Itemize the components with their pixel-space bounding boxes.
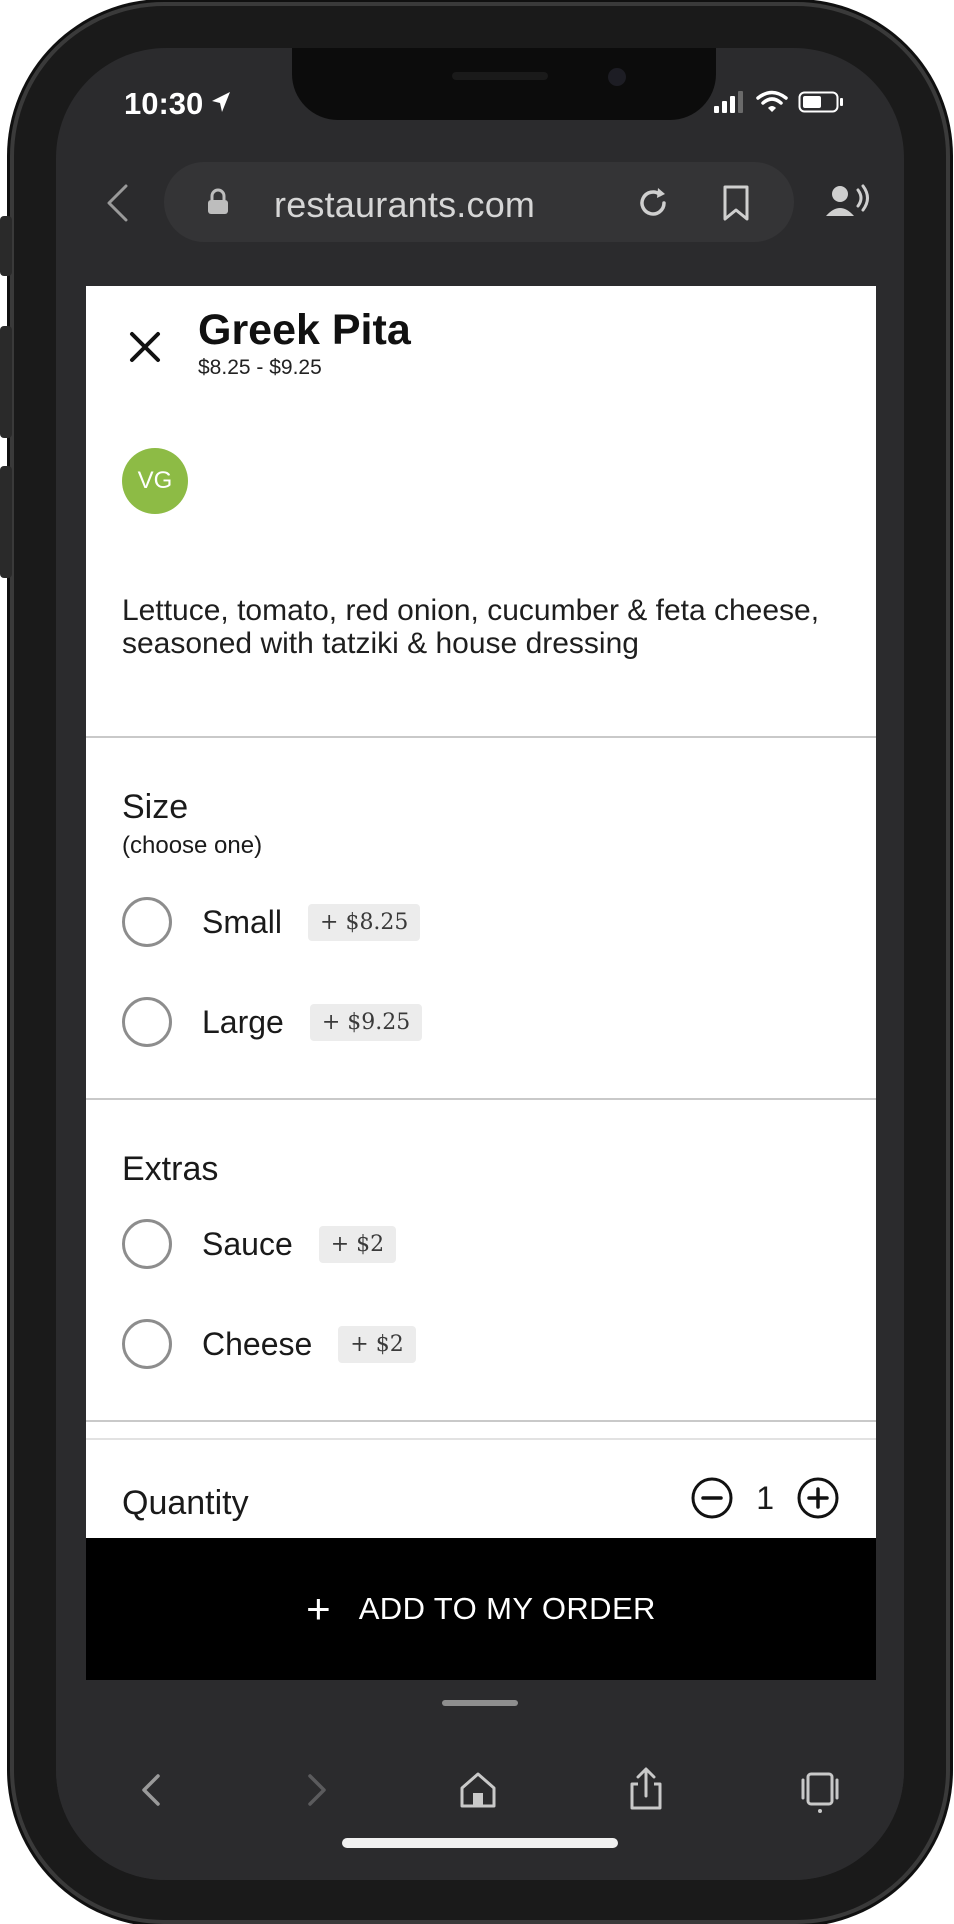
location-arrow-icon — [212, 92, 230, 112]
address-bar[interactable]: restaurants.com — [164, 162, 794, 242]
add-plus-icon: + — [306, 1585, 331, 1632]
option-price: + $2 — [338, 1325, 416, 1363]
extras-option-cheese[interactable]: Cheese + $2 — [122, 1314, 416, 1374]
browser-toolbar — [56, 1688, 904, 1880]
size-option-large[interactable]: Large + $9.25 — [122, 992, 423, 1052]
extras-section-title: Extras — [122, 1150, 219, 1188]
size-section-title: Size — [122, 788, 189, 826]
bookmark-icon[interactable] — [720, 184, 752, 222]
minus-icon[interactable] — [690, 1476, 734, 1520]
back-icon[interactable] — [104, 182, 130, 224]
status-icons — [712, 90, 844, 114]
radio-button[interactable] — [122, 997, 172, 1047]
option-price: + $2 — [318, 1225, 397, 1263]
forward-icon[interactable] — [292, 1766, 340, 1814]
divider — [86, 1438, 876, 1440]
screen: 10:30 restaurants.com Greek Pita $8.25 -… — [56, 48, 904, 1880]
front-camera — [608, 68, 626, 86]
radio-button[interactable] — [122, 1219, 172, 1269]
mute-switch — [0, 216, 12, 276]
quantity-label: Quantity — [122, 1484, 249, 1522]
home-indicator[interactable] — [342, 1838, 618, 1848]
divider — [86, 1098, 876, 1100]
option-label: Large — [202, 1003, 284, 1040]
vegetarian-badge: VG — [122, 448, 188, 514]
notch — [292, 48, 716, 120]
tabs-icon[interactable] — [796, 1766, 844, 1814]
speaker — [452, 72, 548, 80]
close-icon[interactable] — [124, 326, 166, 368]
quantity-stepper: 1 — [690, 1476, 840, 1520]
option-label: Small — [202, 903, 283, 940]
battery-icon — [798, 91, 843, 113]
option-price: + $9.25 — [309, 1003, 423, 1041]
plus-icon[interactable] — [796, 1476, 840, 1520]
quantity-value: 1 — [756, 1479, 774, 1516]
option-price: + $8.25 — [308, 903, 421, 941]
browser-address-row: restaurants.com — [56, 158, 904, 248]
reload-icon[interactable] — [634, 184, 672, 222]
share-icon[interactable] — [622, 1766, 670, 1814]
signal-icon — [714, 91, 743, 113]
option-label: Sauce — [202, 1225, 293, 1262]
lock-icon — [208, 188, 228, 214]
wifi-icon — [756, 90, 788, 112]
item-title: Greek Pita — [198, 306, 411, 354]
divider — [86, 1420, 876, 1422]
status-time: 10:30 — [124, 86, 204, 121]
toolbar-handle[interactable] — [442, 1700, 518, 1706]
divider — [86, 736, 876, 738]
phone-frame: 10:30 restaurants.com Greek Pita $8.25 -… — [0, 6, 946, 1920]
home-icon[interactable] — [454, 1766, 502, 1814]
radio-button[interactable] — [122, 1319, 172, 1369]
option-label: Cheese — [202, 1325, 313, 1362]
url-text: restaurants.com — [274, 184, 536, 225]
add-to-order-button[interactable]: + ADD TO MY ORDER — [86, 1538, 876, 1680]
item-modal: Greek Pita $8.25 - $9.25 VG Lettuce, tom… — [86, 286, 876, 1538]
reader-voice-icon[interactable] — [824, 182, 872, 222]
item-price-range: $8.25 - $9.25 — [198, 356, 322, 379]
radio-button[interactable] — [122, 897, 172, 947]
back-icon[interactable] — [128, 1766, 176, 1814]
item-description: Lettuce, tomato, red onion, cucumber & f… — [122, 594, 820, 660]
volume-down-button — [0, 466, 12, 578]
volume-up-button — [0, 326, 12, 438]
size-option-small[interactable]: Small + $8.25 — [122, 892, 421, 952]
size-section-subtitle: (choose one) — [122, 832, 263, 859]
extras-option-sauce[interactable]: Sauce + $2 — [122, 1214, 397, 1274]
add-to-order-label: ADD TO MY ORDER — [358, 1591, 656, 1626]
